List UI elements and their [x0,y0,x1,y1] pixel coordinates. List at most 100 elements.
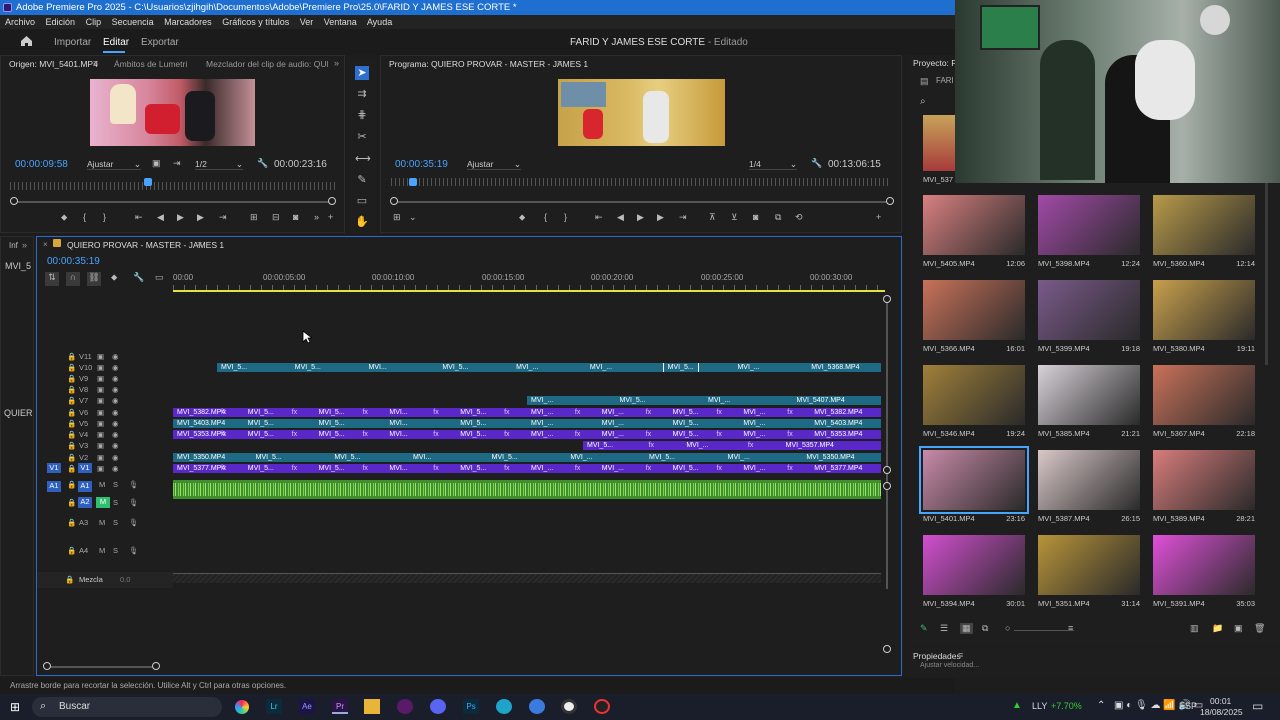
lock-icon[interactable]: 🔒 [67,374,76,383]
track-label[interactable]: A2 [78,497,92,508]
clip-label[interactable]: MVI_5... [620,396,646,405]
clip-label[interactable]: MVI_5377.MP4 [177,464,225,473]
clip-label[interactable]: MVI_... [570,453,592,462]
go-to-in-icon[interactable]: ⇤ [135,212,143,223]
mark-out-icon[interactable]: } [103,212,106,222]
clip-label[interactable]: MVI... [389,464,407,473]
clip-label[interactable]: MVI_5... [673,419,699,428]
add-marker-icon[interactable]: ⬥ [61,212,67,223]
horizontal-zoom-start-handle[interactable] [43,662,51,670]
lock-icon[interactable]: 🔒 [65,575,74,584]
export-frame-icon[interactable]: ◙ [753,212,758,222]
lock-icon[interactable]: 🔒 [67,546,76,555]
overwrite-icon[interactable]: ⊟ [272,212,280,223]
menu-icon[interactable]: ≡ [93,58,98,68]
toggle-output-icon[interactable]: ▣ [97,419,104,428]
freeform-view-icon[interactable]: ⧉ [982,623,988,634]
after-effects-icon[interactable]: Ae [299,699,315,714]
safe-margins-icon[interactable]: ⊞ [393,212,401,223]
program-resolution-dropdown[interactable]: 1/4 ⌄ [749,159,797,170]
lock-icon[interactable]: 🔒 [67,464,76,473]
clip-label[interactable]: MVI_5382.MP4 [177,408,225,417]
toggle-output-icon[interactable]: ▣ [97,374,104,383]
clip-label[interactable]: MVI_5... [256,453,282,462]
menu-icon[interactable]: ≡ [958,650,963,660]
clip-label[interactable]: MVI_5... [295,363,321,372]
project-item[interactable] [1038,280,1140,340]
clip-label[interactable]: MVI_5... [662,363,699,372]
lightroom-icon[interactable]: Lr [266,699,282,714]
clip-row-v1[interactable]: MVI_5377.MP4 fx MVI_5... fx MVI_5... fx MVI...… [173,464,881,473]
program-fit-dropdown[interactable]: Ajustar ⌄ [467,159,521,170]
dropdown-chevron-icon[interactable]: ⌄ [409,212,417,223]
clip-row-v7[interactable]: MVI_... MVI_5... MVI_... MVI_5407.MP4 [527,396,881,405]
clip-label[interactable]: MVI_5... [248,464,274,473]
solo-button[interactable]: S [113,518,118,527]
clip-row-v3[interactable]: MVI_5... fx MVI_... fx MVI_5357.MP4 [583,441,881,450]
app-icon[interactable] [397,699,413,714]
language-indicator[interactable]: ESP [1179,701,1197,711]
chevron-up-icon[interactable]: ⌃ [1097,700,1105,711]
export-frame-icon[interactable]: ◙ [293,212,298,222]
clip-label[interactable]: MVI_5377.MP4 [814,464,862,473]
clock-time[interactable]: 00:01 [1210,696,1231,706]
add-button-icon[interactable]: + [328,212,333,222]
clip-label[interactable]: MVI_5357.MP4 [786,441,834,450]
clip-label[interactable]: MVI_... [737,363,759,372]
taskbar-search[interactable]: ⌕ Buscar [32,697,222,717]
track-label[interactable]: A1 [78,481,92,492]
menu-marcadores[interactable]: Marcadores [164,17,212,27]
eye-icon[interactable]: ◉ [112,396,119,405]
menu-ventana[interactable]: Ventana [324,17,357,27]
razor-tool-icon[interactable]: ✂ [355,130,369,144]
clip-label[interactable]: MVI_... [686,441,708,450]
selection-tool-icon[interactable]: ➤ [355,66,369,80]
track-select-tool-icon[interactable]: ⇉ [355,87,369,101]
mic-icon[interactable]: 🎙 [129,546,139,555]
track-area[interactable]: MVI_5... MVI_5... MVI... MVI_5... MVI_... MVI… [173,297,881,652]
project-item[interactable] [1038,535,1140,595]
clip-label[interactable]: MVI_... [743,464,765,473]
trash-icon[interactable]: 🗑 [1254,623,1265,634]
sort-icon[interactable]: ≡ [1068,623,1073,633]
clip-label[interactable]: MVI... [389,430,407,439]
toggle-output-icon[interactable]: ▣ [97,464,104,473]
pen-tool-icon[interactable]: ✎ [355,173,369,187]
program-zoom-bar[interactable] [395,201,889,203]
comparison-view-icon[interactable]: ⧉ [775,212,781,223]
clip-label[interactable]: MVI_5... [248,408,274,417]
project-item[interactable] [1153,195,1255,255]
horizontal-zoom-bar[interactable] [50,666,158,668]
lock-icon[interactable]: 🔒 [67,352,76,361]
lock-icon[interactable]: 🔒 [67,408,76,417]
toggle-output-icon[interactable]: ▣ [97,430,104,439]
eye-icon[interactable]: ◉ [112,453,119,462]
program-time-ruler[interactable] [391,178,891,186]
mark-in-icon[interactable]: { [544,212,547,222]
clip-label[interactable]: MVI_5... [334,453,360,462]
clip-label[interactable]: MVI_5... [673,408,699,417]
clip-label[interactable]: MVI_5... [319,464,345,473]
toggle-output-icon[interactable]: ▣ [97,352,104,361]
clip-label[interactable]: MVI_5... [442,363,468,372]
eye-icon[interactable]: ◉ [112,385,119,394]
clip-label[interactable]: MVI_... [602,464,624,473]
clip-label[interactable]: MVI_... [743,408,765,417]
source-fit-dropdown[interactable]: Ajustar ⌄ [87,159,141,170]
step-back-icon[interactable]: ◀ [617,212,624,223]
clip-label[interactable]: MVI_... [516,363,538,372]
mix-value[interactable]: 0.0 [120,575,130,584]
solo-button[interactable]: S [113,480,118,489]
toggle-output-icon[interactable]: ▣ [97,363,104,372]
source-zoom-end-handle[interactable] [328,197,336,205]
stock-ticker[interactable]: LLY [1032,701,1047,711]
clip-row-v5[interactable]: MVI_5403.MP4 MVI_5... MVI_5... MVI... MVI_5.… [173,419,881,428]
clip-label[interactable]: MVI_5350.MP4 [177,453,225,462]
safe-margins-icon[interactable]: ▣ [152,158,161,169]
mark-out-icon[interactable]: } [564,212,567,222]
lock-icon[interactable]: 🔒 [67,453,76,462]
clip-label[interactable]: MVI_... [602,408,624,417]
vertical-zoom-bar[interactable] [886,299,888,589]
pen-icon[interactable]: ✎ [920,623,928,634]
add-button-icon[interactable]: + [876,212,881,222]
